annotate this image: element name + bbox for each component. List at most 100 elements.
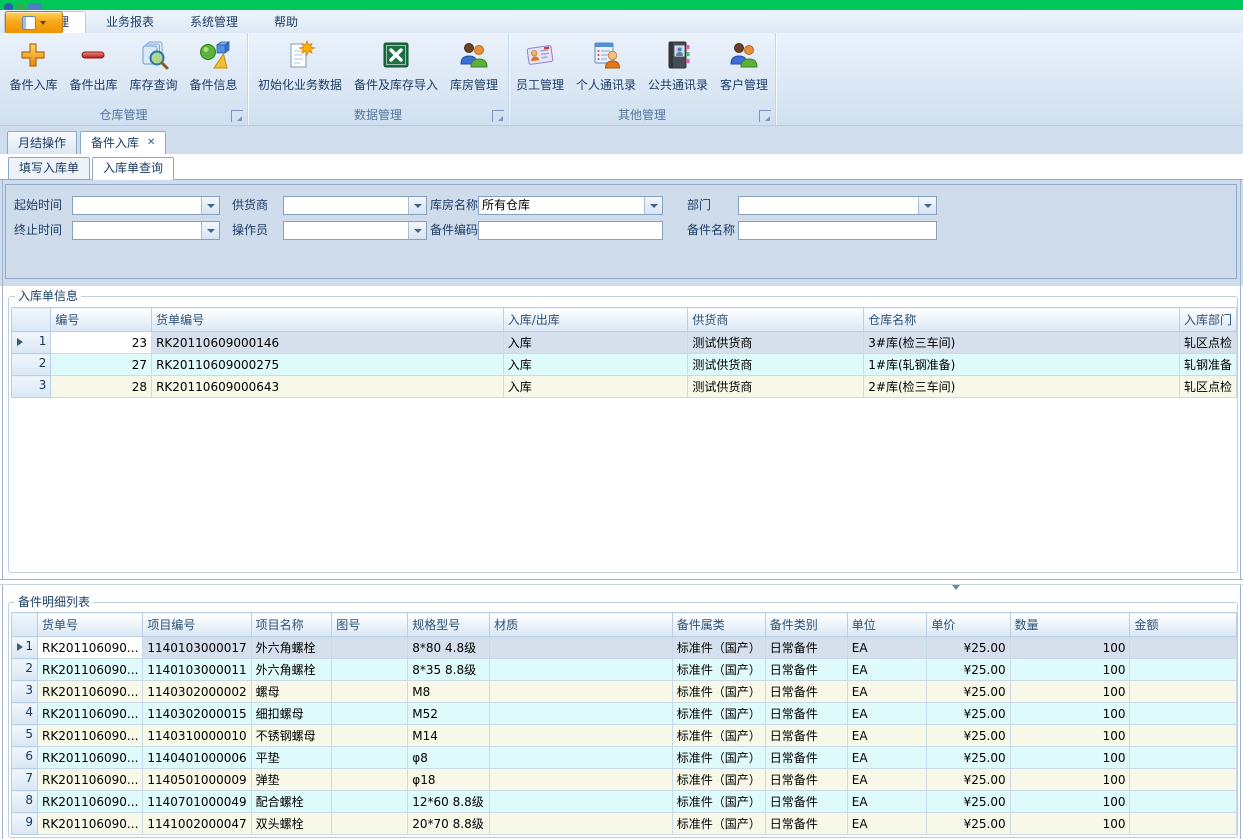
dropdown-button[interactable] [201,197,219,214]
cell[interactable]: 100 [1010,659,1130,681]
row-indicator[interactable]: 2 [12,659,38,681]
cell[interactable]: 1141002000047 [143,813,251,835]
cell[interactable] [490,703,673,725]
row-indicator[interactable]: 3 [12,376,51,398]
cell[interactable] [1130,637,1237,659]
column-header[interactable]: 备件属类 [672,613,765,637]
cell[interactable] [1130,747,1237,769]
cell[interactable]: 日常备件 [765,681,847,703]
cell[interactable]: 入库 [503,354,688,376]
ribbon-tab-system[interactable]: 系统管理 [174,11,254,33]
row-indicator[interactable]: 1 [12,332,51,354]
column-header[interactable]: 单价 [927,613,1010,637]
cell[interactable]: EA [847,747,927,769]
cell[interactable] [332,769,408,791]
column-header[interactable]: 备件类别 [765,613,847,637]
cell[interactable] [1130,703,1237,725]
doc-tab-parts-inbound[interactable]: 备件入库 [80,131,166,154]
cell[interactable] [332,813,408,835]
cell[interactable]: RK201106090... [38,725,143,747]
cell[interactable]: RK20110609000146 [152,332,504,354]
dialog-launcher-icon[interactable] [231,110,243,122]
row-indicator[interactable]: 4 [12,703,38,725]
cell[interactable]: M52 [408,703,490,725]
cell[interactable]: 2#库(检三车间) [864,376,1180,398]
dialog-launcher-icon[interactable] [759,110,771,122]
cell[interactable]: 测试供货商 [688,332,864,354]
cell[interactable]: 日常备件 [765,637,847,659]
column-header[interactable]: 供货商 [688,308,864,332]
cell[interactable]: 1140310000010 [143,725,251,747]
cell[interactable]: 测试供货商 [688,354,864,376]
cell[interactable]: ¥25.00 [927,725,1010,747]
cell[interactable]: 标准件（国产） [672,813,765,835]
cell[interactable] [332,725,408,747]
operator-combo[interactable] [283,221,427,240]
cell[interactable]: 弹垫 [251,769,332,791]
cell[interactable]: 100 [1010,791,1130,813]
application-menu-button[interactable] [5,11,63,34]
cell[interactable]: EA [847,725,927,747]
end-time-combo[interactable] [72,221,220,240]
cell[interactable] [490,769,673,791]
cell[interactable]: 27 [51,354,152,376]
cell[interactable] [1130,769,1237,791]
cell[interactable]: 8*35 8.8级 [408,659,490,681]
cell[interactable]: M14 [408,725,490,747]
cell[interactable]: 1140302000015 [143,703,251,725]
cell[interactable]: ¥25.00 [927,813,1010,835]
cell[interactable]: 双头螺栓 [251,813,332,835]
sub-tab-inbound-query[interactable]: 入库单查询 [92,157,174,180]
doc-tab-month-end[interactable]: 月结操作 [7,131,77,154]
cell[interactable]: 标准件（国产） [672,659,765,681]
supplier-combo[interactable] [283,196,427,215]
cell[interactable]: 轧区点检 [1179,332,1236,354]
inventory-query-button[interactable]: 库存查询 [124,36,184,106]
init-business-data-button[interactable]: 初始化业务数据 [252,36,348,106]
cell[interactable] [490,813,673,835]
cell[interactable] [490,725,673,747]
column-header[interactable]: 货单编号 [152,308,504,332]
cell[interactable]: RK201106090... [38,681,143,703]
column-header[interactable]: 单位 [847,613,927,637]
cell[interactable]: RK201106090... [38,791,143,813]
column-header[interactable]: 货单号 [38,613,143,637]
part-code-input[interactable] [478,221,663,240]
cell[interactable]: 标准件（国产） [672,747,765,769]
cell[interactable]: RK201106090... [38,703,143,725]
cell[interactable]: 1140501000009 [143,769,251,791]
cell[interactable]: 8*80 4.8级 [408,637,490,659]
cell[interactable]: 100 [1010,813,1130,835]
splitter-collapse-icon[interactable] [952,585,960,590]
cell[interactable]: 入库 [503,332,688,354]
cell[interactable]: 1140103000017 [143,637,251,659]
cell[interactable]: EA [847,703,927,725]
column-header[interactable]: 编号 [51,308,152,332]
personal-contacts-button[interactable]: 个人通讯录 [570,36,642,106]
cell[interactable]: 100 [1010,681,1130,703]
cell[interactable]: 100 [1010,747,1130,769]
cell[interactable]: ¥25.00 [927,769,1010,791]
dropdown-button[interactable] [408,222,426,239]
parts-inbound-button[interactable]: 备件入库 [3,36,63,106]
cell[interactable]: 1140302000002 [143,681,251,703]
cell[interactable]: 日常备件 [765,659,847,681]
row-indicator[interactable]: 8 [12,791,38,813]
cell[interactable]: RK20110609000275 [152,354,504,376]
cell[interactable]: ¥25.00 [927,747,1010,769]
cell[interactable]: RK20110609000643 [152,376,504,398]
cell[interactable]: 测试供货商 [688,376,864,398]
cell[interactable]: 标准件（国产） [672,769,765,791]
cell[interactable]: 日常备件 [765,791,847,813]
cell[interactable]: 不锈钢螺母 [251,725,332,747]
cell[interactable] [1130,725,1237,747]
cell[interactable]: ¥25.00 [927,703,1010,725]
cell[interactable]: 1#库(轧钢准备) [864,354,1180,376]
row-indicator[interactable]: 6 [12,747,38,769]
dialog-launcher-icon[interactable] [492,110,504,122]
cell[interactable]: 日常备件 [765,725,847,747]
cell[interactable]: 3#库(检三车间) [864,332,1180,354]
warehouse-combo[interactable]: 所有仓库 [478,196,663,215]
dropdown-button[interactable] [408,197,426,214]
column-header[interactable]: 金额 [1130,613,1237,637]
